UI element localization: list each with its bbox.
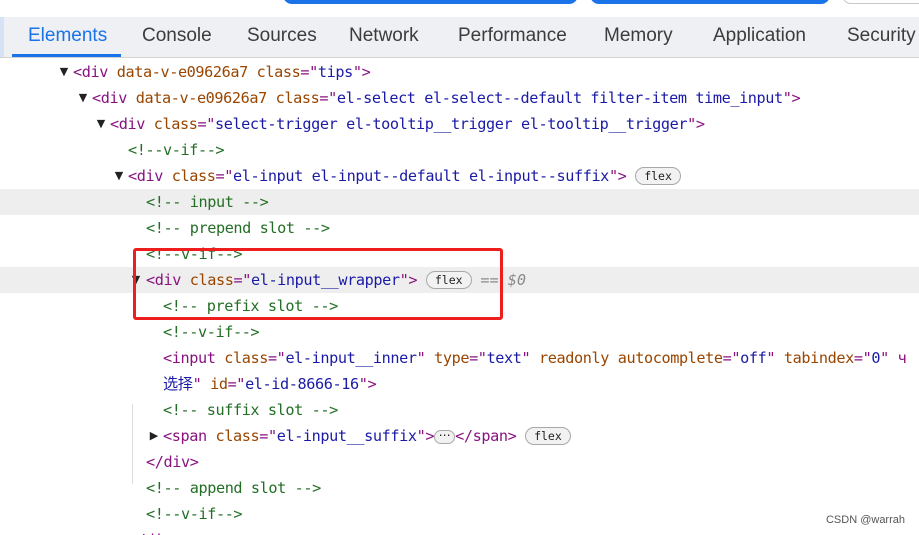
tab-network[interactable]: Network [349, 17, 419, 57]
devtools-tab-bar: Elements Console Sources Network Perform… [0, 17, 919, 58]
top-toolbar-strip [0, 0, 919, 17]
dom-node-row[interactable]: ▼ <div class="el-input el-input--default… [0, 163, 919, 189]
tab-elements[interactable]: Elements [11, 17, 122, 57]
toolbar-button[interactable] [842, 0, 919, 4]
flex-badge[interactable]: flex [525, 427, 571, 445]
dom-node-row[interactable]: <!--v-if--> [0, 241, 919, 267]
dom-node-row[interactable]: ▼ <div data-v-e09626a7 class="tips"> [0, 59, 919, 85]
tab-application[interactable]: Application [713, 17, 806, 57]
flex-badge[interactable]: flex [425, 271, 472, 289]
dom-node-row[interactable]: <!-- suffix slot --> [0, 397, 919, 423]
indent-guide [132, 404, 133, 484]
dom-node-row[interactable]: ▼ <div class="select-trigger el-tooltip_… [0, 111, 919, 137]
tab-sources[interactable]: Sources [247, 17, 317, 57]
toolbar-button[interactable] [283, 0, 578, 4]
dom-node-row[interactable]: </div> [0, 527, 919, 535]
tab-security[interactable]: Security [847, 17, 916, 57]
dom-node-row[interactable]: <!--v-if--> [0, 319, 919, 345]
dom-node-row[interactable]: <!-- prefix slot --> [0, 293, 919, 319]
dom-node-row[interactable]: 选择" id="el-id-8666-16"> [0, 371, 919, 397]
expand-triangle-icon[interactable]: ▼ [95, 111, 107, 137]
expand-triangle-icon[interactable]: ▼ [77, 85, 89, 111]
tab-performance[interactable]: Performance [458, 17, 567, 57]
toolbar-button[interactable] [590, 0, 830, 4]
ellipsis-icon[interactable]: ⋯ [434, 429, 456, 444]
dom-node-row[interactable]: <!--v-if--> [0, 501, 919, 527]
flex-badge[interactable]: flex [635, 167, 681, 185]
expand-triangle-icon[interactable]: ▼ [130, 267, 142, 293]
tab-console[interactable]: Console [142, 17, 212, 57]
tab-memory[interactable]: Memory [604, 17, 673, 57]
dom-node-row[interactable]: <!-- prepend slot --> [0, 215, 919, 241]
collapsed-triangle-icon[interactable]: ▶ [148, 423, 160, 449]
dom-node-row[interactable]: </div> [0, 449, 919, 475]
dom-node-row[interactable]: <!-- input --> [0, 189, 919, 215]
expand-triangle-icon[interactable]: ▼ [58, 59, 70, 85]
dom-node-row[interactable]: <!-- append slot --> [0, 475, 919, 501]
dom-node-row[interactable]: ▶ <span class="el-input__suffix"> ⋯ </span… [0, 423, 919, 449]
dom-tree: ▼ <div data-v-e09626a7 class="tips"> ▼ <… [0, 59, 919, 535]
expand-triangle-icon[interactable]: ▼ [113, 163, 125, 189]
dom-node-row[interactable]: ▼ <div data-v-e09626a7 class="el-select … [0, 85, 919, 111]
dom-node-row[interactable]: <input class="el-input__inner" type="tex… [0, 345, 919, 371]
dom-node-row[interactable]: <!--v-if--> [0, 137, 919, 163]
dom-node-row-selected[interactable]: ▼ <div class="el-input__wrapper"> flex =… [0, 267, 919, 293]
tab-bar-edge [0, 17, 4, 57]
selected-node-marker: == $0 [480, 271, 527, 289]
watermark: CSDN @warrah [825, 514, 905, 526]
